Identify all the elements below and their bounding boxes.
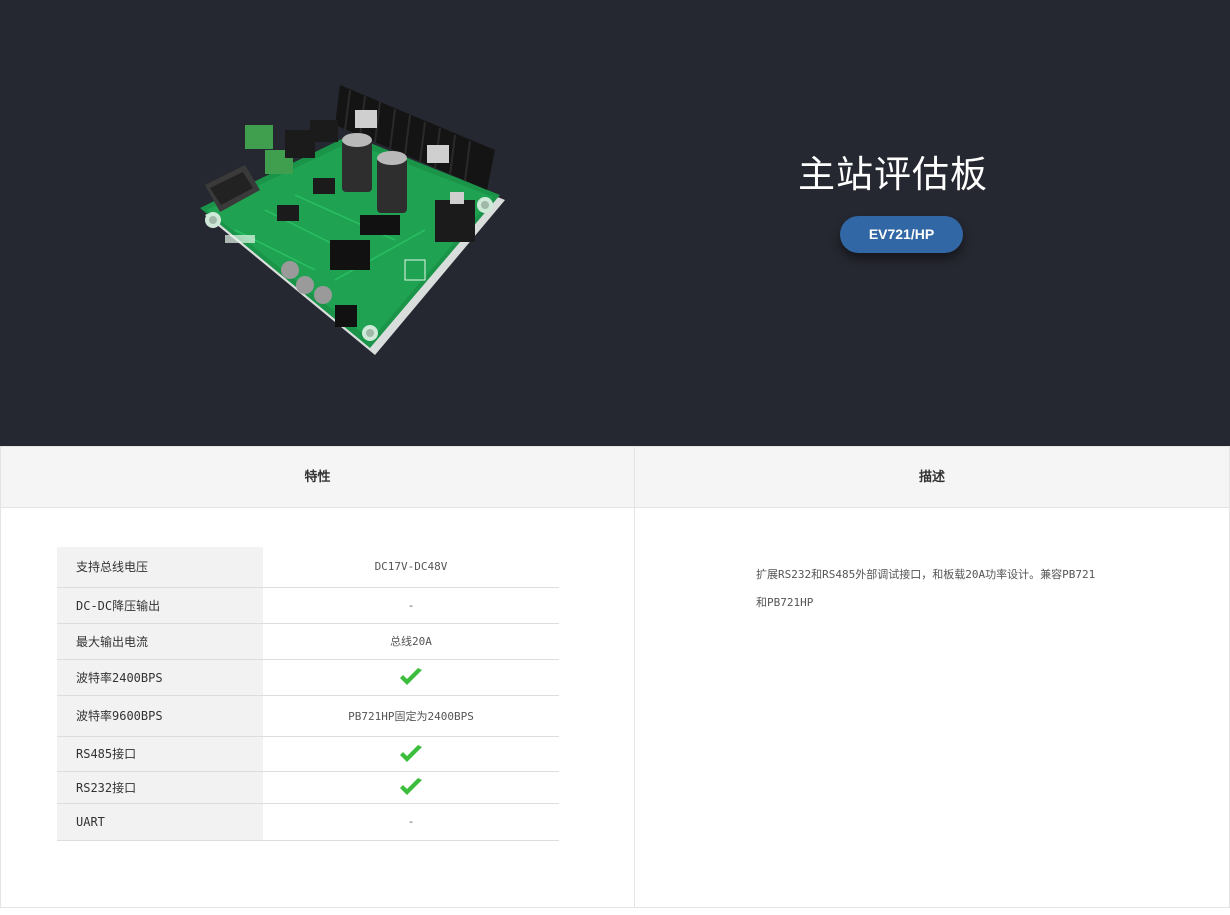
feature-value: 总线20A (263, 623, 559, 660)
table-row: 波特率9600BPS PB721HP固定为2400BPS (57, 695, 559, 737)
table-row: 支持总线电压 DC17V-DC48V (57, 547, 559, 588)
feature-label: 波特率2400BPS (57, 659, 263, 696)
feature-label: DC-DC降压输出 (57, 587, 263, 624)
feature-value-check (263, 659, 559, 696)
page-title: 主站评估板 (798, 153, 988, 196)
features-heading: 特性 (1, 447, 634, 508)
table-row: UART - (57, 803, 559, 841)
hero-banner: 主站评估板 EV721/HP (0, 0, 1230, 446)
feature-label: 波特率9600BPS (57, 695, 263, 737)
evaluation-board-image (200, 85, 505, 355)
features-table: 支持总线电压 DC17V-DC48V DC-DC降压输出 - 最大输出电流 总线20A 波特… (57, 547, 559, 841)
feature-value-check (263, 771, 559, 804)
feature-label: RS232接口 (57, 771, 263, 804)
check-icon (400, 668, 422, 685)
feature-value: - (263, 803, 559, 841)
check-icon (400, 778, 422, 795)
feature-label: 最大输出电流 (57, 623, 263, 660)
feature-value-check (263, 736, 559, 772)
feature-label: UART (57, 803, 263, 841)
feature-value: DC17V-DC48V (263, 547, 559, 588)
feature-value: - (263, 587, 559, 624)
table-row: RS485接口 (57, 736, 559, 772)
feature-label: 支持总线电压 (57, 547, 263, 588)
description-heading: 描述 (635, 447, 1229, 508)
description-text: 扩展RS232和RS485外部调试接口，和板载20A功率设计。兼容PB721和P… (756, 568, 1096, 609)
description-panel: 描述 扩展RS232和RS485外部调试接口，和板载20A功率设计。兼容PB72… (634, 446, 1230, 908)
check-icon (400, 744, 422, 762)
features-panel: 特性 支持总线电压 DC17V-DC48V DC-DC降压输出 - 最大输出电流 总线20… (0, 446, 635, 908)
model-button[interactable]: EV721/HP (840, 216, 963, 253)
table-row: 最大输出电流 总线20A (57, 623, 559, 660)
table-row: RS232接口 (57, 771, 559, 804)
table-row: 波特率2400BPS (57, 659, 559, 696)
feature-label: RS485接口 (57, 736, 263, 772)
table-row: DC-DC降压输出 - (57, 587, 559, 624)
feature-value: PB721HP固定为2400BPS (263, 695, 559, 737)
